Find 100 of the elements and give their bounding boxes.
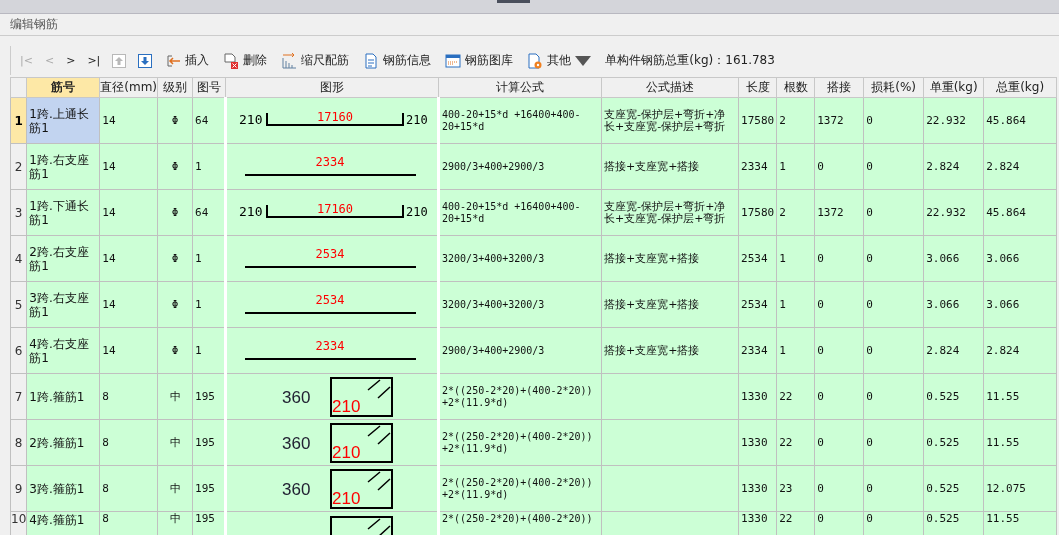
table-cell: 3200/3+400+3200/3 <box>438 281 602 328</box>
table-cell: 2跨.箍筋1 <box>26 419 100 466</box>
table-cell: 支座宽-保护层+弯折+净长+支座宽-保护层+弯折 <box>601 189 739 236</box>
table-cell: 中 <box>157 373 193 420</box>
table-cell: 0 <box>863 327 924 374</box>
nav-button[interactable]: >| <box>82 52 106 69</box>
column-header[interactable]: 直径(mm) <box>99 77 158 98</box>
table-cell: Φ <box>157 97 193 144</box>
column-header[interactable]: 总重(kg) <box>983 77 1057 98</box>
table-cell: 8 <box>99 373 158 420</box>
table-cell: 17580 <box>738 189 777 236</box>
table-cell: 3跨.右支座筋1 <box>26 281 100 328</box>
row-number[interactable]: 7 <box>10 373 27 420</box>
insert-row-icon <box>165 52 182 69</box>
table-cell: 22.932 <box>923 97 984 144</box>
table-cell: 22 <box>776 419 815 466</box>
table-cell: 3.066 <box>983 281 1057 328</box>
table-cell: 45.864 <box>983 189 1057 236</box>
table-cell: 8 <box>99 465 158 512</box>
toolbar-button[interactable]: 缩尺配筋 <box>275 50 356 71</box>
table-cell: 400-20+15*d +16400+400-20+15*d <box>438 189 602 236</box>
stirrup-drawing: 360 210 <box>282 469 394 509</box>
table-cell: 0 <box>863 281 924 328</box>
table-cell: 14 <box>99 281 158 328</box>
table-cell: 搭接+支座宽+搭接 <box>601 281 739 328</box>
table-cell: 搭接+支座宽+搭接 <box>601 327 739 374</box>
column-header[interactable]: 根数 <box>776 77 815 98</box>
toolbar-button[interactable]: 其他 <box>521 50 598 71</box>
table-cell: 0 <box>814 373 864 420</box>
column-header[interactable]: 图形 <box>225 77 439 98</box>
table-cell: 3.066 <box>983 235 1057 282</box>
table-cell: 11.55 <box>983 419 1057 466</box>
row-number[interactable]: 4 <box>10 235 27 282</box>
table-cell: 1 <box>776 143 815 190</box>
table-cell: 1 <box>776 327 815 374</box>
table-cell: 1372 <box>814 189 864 236</box>
column-header[interactable]: 长度 <box>738 77 777 98</box>
row-number[interactable]: 5 <box>10 281 27 328</box>
table-cell: 0 <box>863 465 924 512</box>
table-cell: 2334 <box>738 327 777 374</box>
column-header[interactable]: 计算公式 <box>438 77 602 98</box>
column-header[interactable]: 搭接 <box>814 77 864 98</box>
table-cell: 4跨.右支座筋1 <box>26 327 100 374</box>
table-cell: 2.824 <box>983 143 1057 190</box>
column-header[interactable]: 单重(kg) <box>923 77 984 98</box>
table-cell: 1跨.下通长筋1 <box>26 189 100 236</box>
toolbar-button[interactable]: 钢筋图库 <box>439 50 520 71</box>
table-cell: 12.075 <box>983 465 1057 512</box>
move-down-icon[interactable] <box>138 53 153 68</box>
table-cell: Φ <box>157 281 193 328</box>
nav-button[interactable]: > <box>61 52 81 69</box>
toolbar-button[interactable]: 插入 <box>159 50 216 71</box>
table-cell: Φ <box>157 235 193 282</box>
table-cell: 0 <box>814 465 864 512</box>
column-header[interactable]: 公式描述 <box>601 77 739 98</box>
row-number[interactable]: 8 <box>10 419 27 466</box>
straight-bar-drawing: 2534 <box>228 282 435 327</box>
table-cell: 2*((250-2*20)+(400-2*20)) <box>438 511 602 535</box>
window-title: 编辑钢筋 <box>10 16 58 33</box>
table-cell: 2.824 <box>983 327 1057 374</box>
table-cell: 14 <box>99 189 158 236</box>
table-cell: 2跨.右支座筋1 <box>26 235 100 282</box>
bent-bar-drawing: 210 17160 210 <box>228 190 435 235</box>
table-cell: 14 <box>99 143 158 190</box>
row-number[interactable]: 9 <box>10 465 27 512</box>
table-cell: 3.066 <box>923 281 984 328</box>
table-cell: 400-20+15*d +16400+400-20+15*d <box>438 97 602 144</box>
row-number[interactable]: 2 <box>10 143 27 190</box>
table-cell: 0 <box>814 281 864 328</box>
column-header[interactable]: 筋号 <box>26 77 100 98</box>
table-cell: 0 <box>814 419 864 466</box>
table-cell: 2 <box>776 189 815 236</box>
table-cell: Φ <box>157 327 193 374</box>
row-number[interactable]: 3 <box>10 189 27 236</box>
table-cell: 2*((250-2*20)+(400-2*20)) +2*(11.9*d) <box>438 373 602 420</box>
table-cell: 17580 <box>738 97 777 144</box>
table-cell: 1 <box>776 235 815 282</box>
stirrup-drawing <box>330 516 394 535</box>
column-header[interactable]: 级别 <box>157 77 193 98</box>
table-cell: 1330 <box>738 465 777 512</box>
stirrup-drawing: 360 210 <box>282 423 394 463</box>
row-number[interactable]: 1 <box>10 97 27 144</box>
total-weight-label: 单构件钢筋总重(kg)：161.783 <box>605 52 775 69</box>
column-header[interactable]: 损耗(%) <box>863 77 924 98</box>
table-cell: 0 <box>814 327 864 374</box>
table-cell: 0 <box>863 419 924 466</box>
row-number[interactable]: 10 <box>10 511 27 535</box>
table-cell: 1330 <box>738 373 777 420</box>
table-cell: 2534 <box>738 281 777 328</box>
table-cell: 1跨.右支座筋1 <box>26 143 100 190</box>
column-header[interactable]: 图号 <box>192 77 226 98</box>
toolbar-button[interactable]: 钢筋信息 <box>357 50 438 71</box>
table-cell: 2.824 <box>923 143 984 190</box>
table-cell: 2534 <box>738 235 777 282</box>
toolbar-button[interactable]: 删除 <box>217 50 274 71</box>
table-cell: 8 <box>99 419 158 466</box>
table-cell: 2900/3+400+2900/3 <box>438 143 602 190</box>
table-cell: 0.525 <box>923 419 984 466</box>
row-number[interactable]: 6 <box>10 327 27 374</box>
table-cell: 23 <box>776 465 815 512</box>
